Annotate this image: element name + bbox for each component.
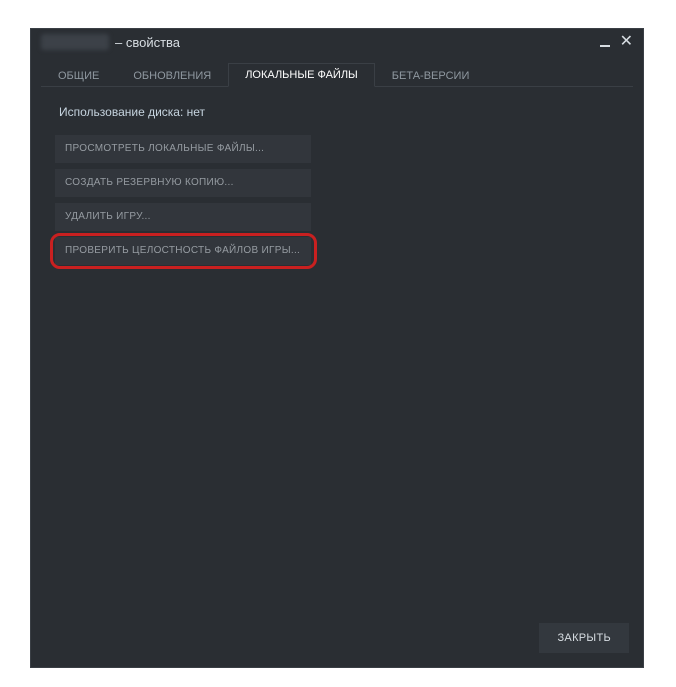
tab-betas[interactable]: БЕТА-ВЕРСИИ [375,63,487,87]
window-title-suffix: – свойства [115,35,180,50]
tab-local-files[interactable]: ЛОКАЛЬНЫЕ ФАЙЛЫ [228,63,375,87]
tab-general[interactable]: ОБЩИЕ [41,63,116,87]
verify-highlight: ПРОВЕРИТЬ ЦЕЛОСТНОСТЬ ФАЙЛОВ ИГРЫ... [55,237,319,265]
disk-usage-label: Использование диска: нет [55,105,619,119]
verify-integrity-button[interactable]: ПРОВЕРИТЬ ЦЕЛОСТНОСТЬ ФАЙЛОВ ИГРЫ... [55,237,311,265]
titlebar-left: – свойства [41,34,180,50]
minimize-icon[interactable] [600,45,610,47]
dialog-footer: ЗАКРЫТЬ [539,623,629,653]
delete-game-button[interactable]: УДАЛИТЬ ИГРУ... [55,203,311,231]
tab-content: Использование диска: нет ПРОСМОТРЕТЬ ЛОК… [31,87,643,283]
tab-updates[interactable]: ОБНОВЛЕНИЯ [116,63,228,87]
tabstrip: ОБЩИЕ ОБНОВЛЕНИЯ ЛОКАЛЬНЫЕ ФАЙЛЫ БЕТА-ВЕ… [41,63,633,87]
backup-game-button[interactable]: СОЗДАТЬ РЕЗЕРВНУЮ КОПИЮ... [55,169,311,197]
close-icon[interactable]: ✕ [620,34,633,50]
title-controls: ✕ [600,34,633,50]
game-name-redacted [41,34,109,50]
browse-local-files-button[interactable]: ПРОСМОТРЕТЬ ЛОКАЛЬНЫЕ ФАЙЛЫ... [55,135,311,163]
close-button[interactable]: ЗАКРЫТЬ [539,623,629,653]
properties-dialog: – свойства ✕ ОБЩИЕ ОБНОВЛЕНИЯ ЛОКАЛЬНЫЕ … [30,28,644,668]
titlebar: – свойства ✕ [31,29,643,55]
